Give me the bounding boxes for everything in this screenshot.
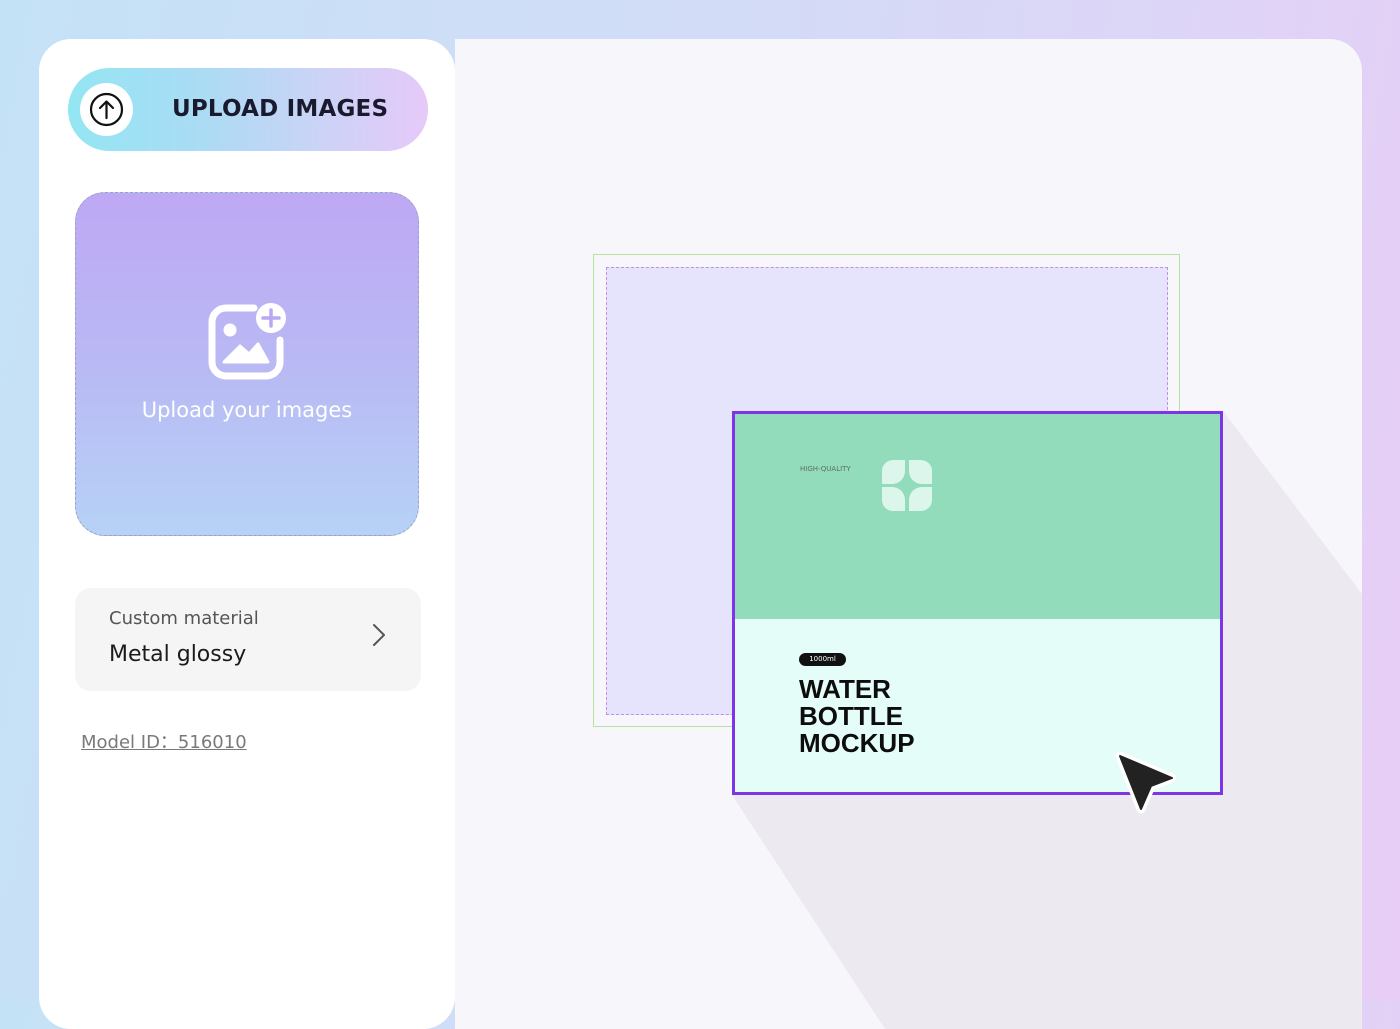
product-title: WATER BOTTLE MOCKUP [799,676,915,757]
material-title: Custom material [109,608,259,629]
pointer-cursor-icon [1115,751,1177,814]
image-plus-icon [208,303,286,380]
image-dropzone[interactable]: Upload your images [75,192,419,536]
product-label-design[interactable]: HIGH-QUALITY 1000ml WATER BOTTLE MOCKUP [732,411,1223,795]
mockup-canvas[interactable]: HIGH-QUALITY 1000ml WATER BOTTLE MOCKUP [455,39,1362,1029]
clover-logo-icon [882,460,932,511]
arrow-up-circle-icon [89,92,124,127]
model-id-link[interactable]: Model ID：516010 [81,728,247,754]
custom-material-selector[interactable]: Custom material Metal glossy [75,588,421,691]
upload-icon-wrap [80,83,133,136]
left-panel: UPLOAD IMAGES Upload your images Custom … [39,39,455,1029]
dropzone-text: Upload your images [141,398,353,422]
material-value: Metal glossy [109,642,247,667]
product-title-line: MOCKUP [799,728,915,758]
label-top-band: HIGH-QUALITY [735,414,1220,619]
quality-label: HIGH-QUALITY [800,465,851,473]
volume-badge: 1000ml [799,653,846,666]
upload-images-label: UPLOAD IMAGES [172,96,389,122]
product-title-line: BOTTLE [799,701,903,731]
upload-images-button[interactable]: UPLOAD IMAGES [68,68,428,151]
product-title-line: WATER [799,674,891,704]
chevron-right-icon [373,624,385,646]
